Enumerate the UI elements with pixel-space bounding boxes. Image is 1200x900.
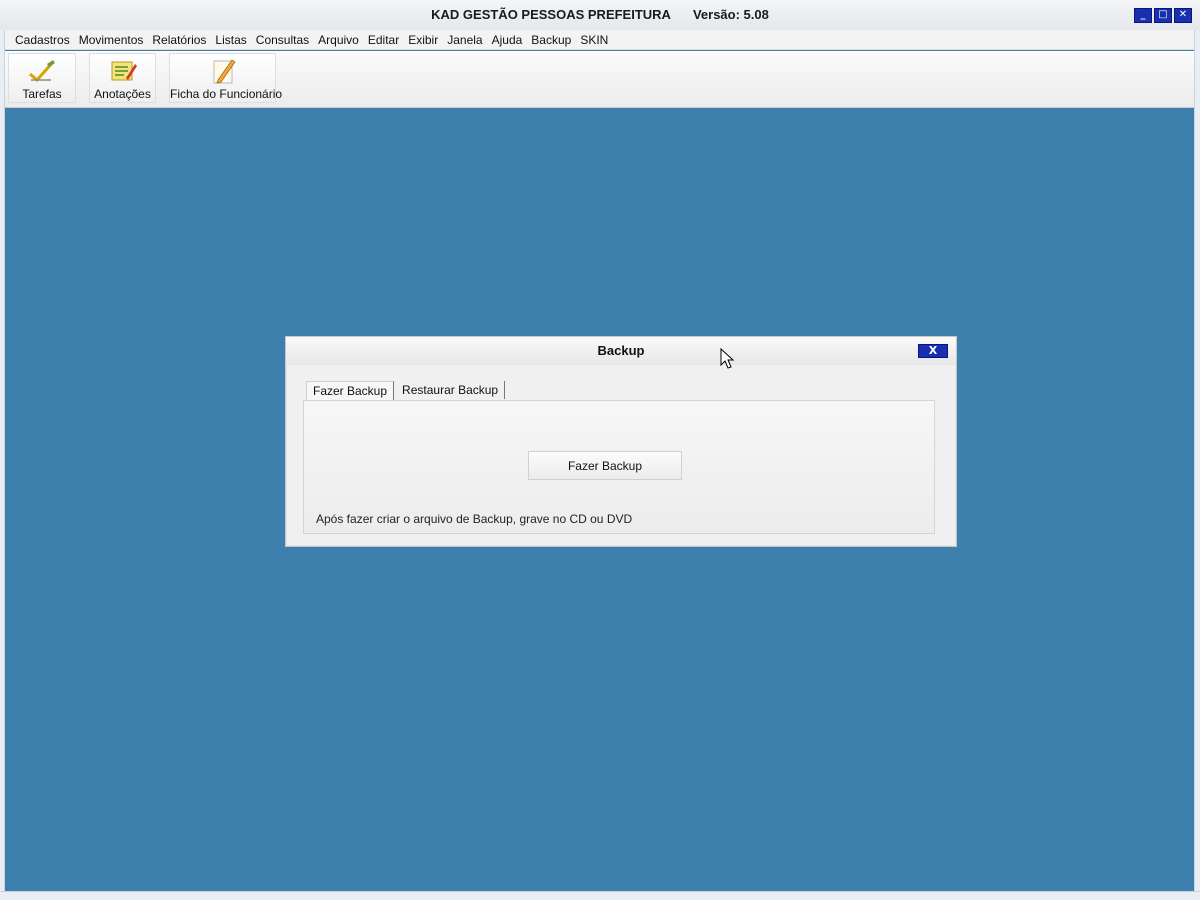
toolbar: Tarefas Anotações Ficha do Funcionário <box>5 51 1194 108</box>
checkmark-pencil-icon <box>29 60 55 83</box>
app-window: KAD GESTÃO PESSOAS PREFEITURA Versão: 5.0… <box>0 0 1200 900</box>
backup-dialog: Backup X Fazer Backup Restaurar Backup F… <box>285 336 957 547</box>
version-label: Versão: 5.08 <box>692 7 769 22</box>
tarefas-label: Tarefas <box>22 87 62 101</box>
menu-editar[interactable]: Editar <box>368 33 399 47</box>
tab-panel: Fazer Backup Após fazer criar o arquivo … <box>303 400 935 534</box>
ficha-funcionario-label: Ficha do Funcionário <box>170 87 283 101</box>
menu-relatorios[interactable]: Relatórios <box>152 33 206 47</box>
menu-ajuda[interactable]: Ajuda <box>492 33 523 47</box>
menu-arquivo[interactable]: Arquivo <box>318 33 359 47</box>
notes-icon <box>111 61 137 81</box>
menu-cadastros[interactable]: Cadastros <box>15 33 70 47</box>
window-left-border <box>0 0 5 900</box>
menu-consultas[interactable]: Consultas <box>256 33 309 47</box>
anotacoes-button[interactable]: Anotações <box>89 53 156 103</box>
anotacoes-label: Anotações <box>94 87 151 101</box>
backup-hint-text: Após fazer criar o arquivo de Backup, gr… <box>316 512 633 526</box>
tab-fazer-backup[interactable]: Fazer Backup <box>306 381 395 400</box>
mouse-cursor-icon <box>720 348 735 369</box>
menu-movimentos[interactable]: Movimentos <box>79 33 144 47</box>
tarefas-button[interactable]: Tarefas <box>8 53 76 103</box>
maximize-button[interactable]: □ <box>1154 8 1172 23</box>
menu-janela[interactable]: Janela <box>447 33 482 47</box>
dialog-title-bar[interactable]: Backup X <box>286 337 956 365</box>
tab-restaurar-backup[interactable]: Restaurar Backup <box>396 381 506 399</box>
menu-bar: Cadastros Movimentos Relatórios Listas C… <box>5 30 1194 50</box>
window-bottom-border <box>0 891 1200 900</box>
window-right-border <box>1194 0 1200 900</box>
ficha-funcionario-button[interactable]: Ficha do Funcionário <box>169 53 283 103</box>
window-controls: _ □ ✕ <box>1134 8 1192 23</box>
menu-exibir[interactable]: Exibir <box>408 33 438 47</box>
dialog-tabs: Fazer Backup Restaurar Backup <box>306 381 507 401</box>
window-title: KAD GESTÃO PESSOAS PREFEITURA <box>431 7 671 22</box>
minimize-button[interactable]: _ <box>1134 8 1152 23</box>
menu-skin[interactable]: SKIN <box>580 33 608 47</box>
close-button[interactable]: ✕ <box>1174 8 1192 23</box>
menu-listas[interactable]: Listas <box>215 33 246 47</box>
pencil-sheet-icon <box>213 59 236 84</box>
fazer-backup-button[interactable]: Fazer Backup <box>528 451 682 480</box>
dialog-close-button[interactable]: X <box>918 344 948 358</box>
dialog-title: Backup <box>597 343 645 358</box>
menu-backup[interactable]: Backup <box>531 33 571 47</box>
title-bar[interactable]: KAD GESTÃO PESSOAS PREFEITURA Versão: 5.0… <box>0 0 1200 30</box>
